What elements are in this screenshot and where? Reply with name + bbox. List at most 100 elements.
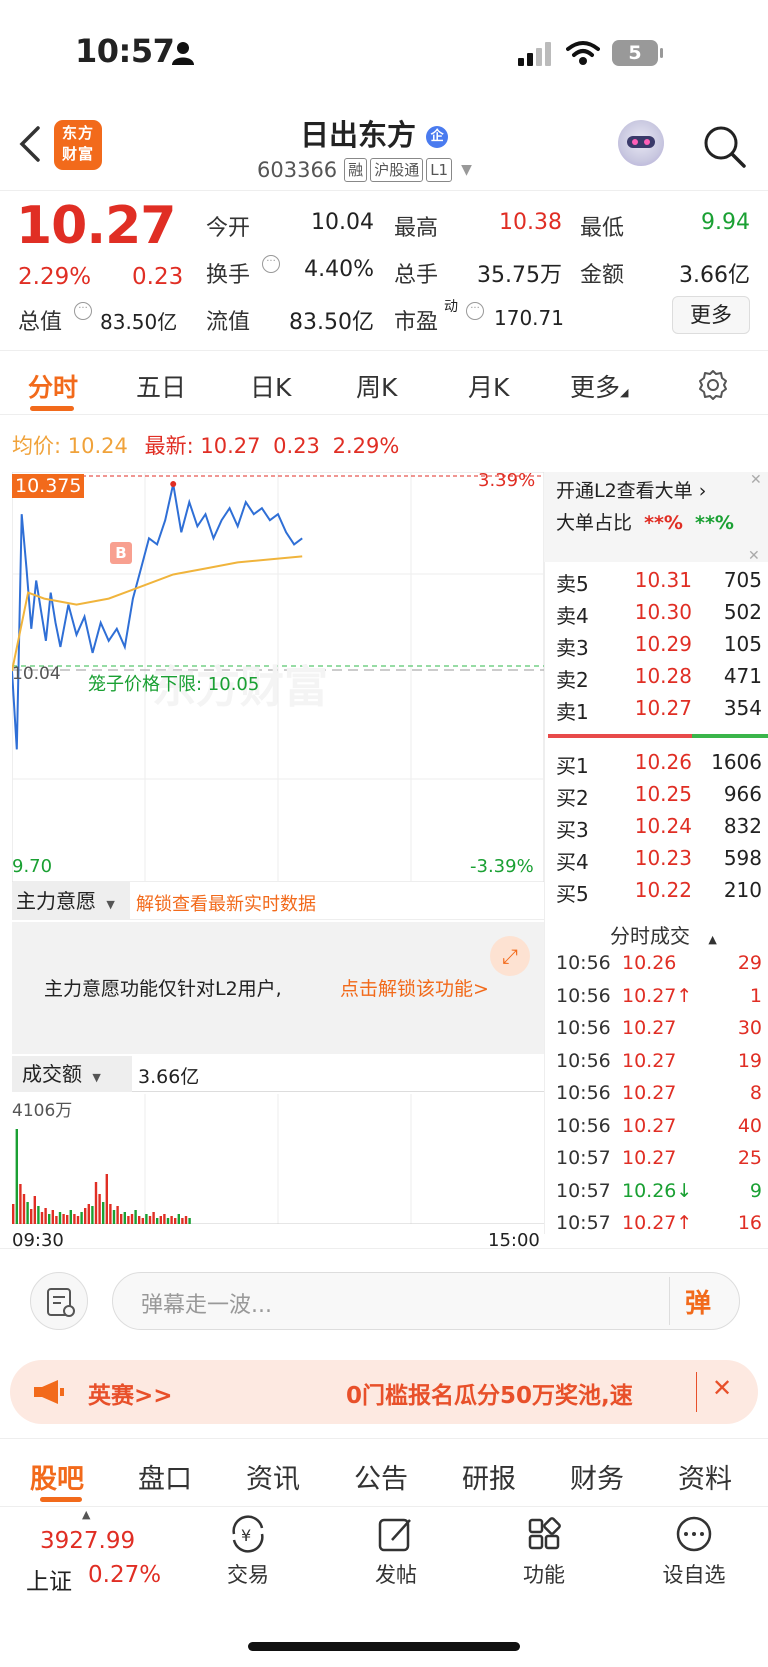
last-label: 最新: bbox=[144, 434, 194, 458]
tab-announcements[interactable]: 公告 bbox=[354, 1457, 408, 1496]
buy-marker-b[interactable]: B bbox=[110, 542, 132, 564]
index-up-arrow-icon: ▲ bbox=[82, 1508, 91, 1521]
tab-daily-k[interactable]: 日K bbox=[250, 368, 291, 404]
tab-weekly-k[interactable]: 周K bbox=[356, 368, 397, 404]
tab-monthly-k[interactable]: 月K bbox=[468, 368, 509, 404]
bid-volume: 598 bbox=[723, 846, 762, 870]
expand-icon[interactable]: ⤢ bbox=[490, 936, 530, 976]
gear-icon[interactable] bbox=[696, 368, 730, 402]
info-dots-icon[interactable]: ··· bbox=[262, 255, 280, 273]
promo-banner[interactable]: 英赛>> 0门槛报名瓜分50万奖池,速 ✕ bbox=[10, 1360, 758, 1424]
danmu-settings-icon[interactable] bbox=[30, 1272, 88, 1330]
stock-name-text: 日出东方 bbox=[300, 118, 417, 152]
tab-intraday[interactable]: 分时 bbox=[28, 368, 78, 404]
search-icon[interactable] bbox=[702, 124, 748, 170]
tick-time: 10:56 bbox=[556, 1082, 611, 1104]
tick-volume: 1 bbox=[749, 984, 762, 1007]
tick-volume: 16 bbox=[737, 1212, 762, 1234]
close-icon[interactable]: ✕ bbox=[748, 548, 760, 564]
nav-post[interactable]: 发帖 bbox=[356, 1514, 436, 1589]
volume-bar bbox=[58, 1212, 62, 1224]
nav-add-watchlist-label: 设自选 bbox=[662, 1563, 726, 1587]
pe-value: 170.71 bbox=[494, 306, 564, 330]
home-indicator bbox=[248, 1642, 520, 1651]
tab-orderbook[interactable]: 盘口 bbox=[138, 1457, 192, 1496]
bid-label: 买1 bbox=[556, 754, 589, 778]
ask-price: 10.28 bbox=[634, 664, 692, 688]
index-percent[interactable]: 0.27% bbox=[88, 1562, 161, 1588]
ask-row[interactable]: 卖3 10.29 105 bbox=[556, 630, 762, 662]
tick-time: 10:56 bbox=[556, 1049, 611, 1072]
ask-row[interactable]: 卖5 10.31 705 bbox=[556, 566, 762, 598]
tab-five-day[interactable]: 五日 bbox=[136, 368, 186, 404]
volume-bar bbox=[159, 1216, 162, 1224]
tick-volume: 8 bbox=[749, 1082, 762, 1104]
ask-row[interactable]: 卖4 10.30 502 bbox=[556, 598, 762, 630]
more-button[interactable]: 更多 bbox=[672, 296, 750, 334]
volume-bar bbox=[105, 1174, 108, 1224]
bid-volume: 832 bbox=[723, 814, 762, 838]
nav-trade[interactable]: ¥ 交易 bbox=[208, 1514, 288, 1589]
tick-volume: 19 bbox=[737, 1049, 762, 1072]
tab-more-label: 更多 bbox=[570, 373, 621, 402]
danmu-send-button[interactable]: 弹 bbox=[685, 1283, 711, 1320]
bid-row[interactable]: 买2 10.25 966 bbox=[556, 780, 762, 812]
battery-icon: 5 bbox=[612, 40, 658, 66]
tab-profile[interactable]: 资料 bbox=[678, 1457, 732, 1496]
divider bbox=[0, 1438, 768, 1439]
grid-icon bbox=[528, 1517, 561, 1550]
info-dots-icon[interactable]: ··· bbox=[74, 302, 92, 320]
bid-volume: 210 bbox=[723, 878, 762, 902]
volume-bar bbox=[177, 1214, 180, 1224]
close-icon[interactable]: ✕ bbox=[712, 1374, 732, 1402]
volume-bar bbox=[134, 1210, 137, 1224]
tab-underline bbox=[30, 406, 74, 411]
high-value: 10.38 bbox=[499, 210, 562, 235]
index-value[interactable]: 3927.99 bbox=[40, 1528, 135, 1554]
close-icon[interactable]: ✕ bbox=[750, 472, 762, 488]
info-dots-icon[interactable]: ··· bbox=[466, 302, 484, 320]
ask-row[interactable]: 卖2 10.28 471 bbox=[556, 662, 762, 694]
tab-finance[interactable]: 财务 bbox=[570, 1457, 624, 1496]
tab-more[interactable]: 更多◢ bbox=[570, 368, 628, 404]
robot-avatar-icon[interactable] bbox=[618, 120, 664, 166]
compose-icon bbox=[378, 1518, 411, 1552]
back-arrow-icon[interactable] bbox=[16, 124, 44, 164]
bid-row[interactable]: 买1 10.26 1606 bbox=[556, 748, 762, 780]
main-force-label: 主力意愿 bbox=[16, 889, 96, 913]
tab-forum[interactable]: 股吧 bbox=[30, 1457, 84, 1496]
tick-row: 10:56 10.27 8 bbox=[556, 1080, 762, 1113]
volume-selector[interactable]: 成交额 ▼ bbox=[12, 1056, 132, 1092]
tick-price: 10.27 bbox=[622, 1147, 677, 1169]
tab-news[interactable]: 资讯 bbox=[246, 1457, 300, 1496]
ticks-list: 10:56 10.26 29 10:56 10.27↑ 1 10:56 10.27 30 10:5… bbox=[556, 950, 762, 1243]
tick-price: 10.27↑ bbox=[622, 984, 693, 1007]
nav-add-watchlist[interactable]: 设自选 bbox=[648, 1514, 740, 1589]
stock-code-row[interactable]: 603366 融 沪股通 L1 ▼ bbox=[257, 158, 472, 182]
bid-row[interactable]: 买4 10.23 598 bbox=[556, 844, 762, 876]
bid-label: 买3 bbox=[556, 818, 589, 842]
danmu-input[interactable]: 弹幕走一波... 弹 bbox=[112, 1272, 740, 1330]
unlock-realtime-link[interactable]: 解锁查看最新实时数据 bbox=[136, 890, 316, 916]
volume-bar bbox=[94, 1182, 98, 1224]
ticks-title[interactable]: 分时成交 ▲ bbox=[610, 920, 717, 949]
last-value: 10.27 bbox=[200, 434, 261, 458]
unlock-feature-link[interactable]: 点击解锁该功能> bbox=[340, 974, 489, 1001]
ask-row[interactable]: 卖1 10.27 354 bbox=[556, 694, 762, 726]
bid-row[interactable]: 买3 10.24 832 bbox=[556, 812, 762, 844]
float-label: 流值 bbox=[206, 310, 251, 335]
bid-row[interactable]: 买5 10.22 210 bbox=[556, 876, 762, 908]
promo-left-link[interactable]: 英赛>> bbox=[88, 1376, 173, 1410]
index-name[interactable]: 上证 bbox=[26, 1562, 72, 1596]
l2-banner-line2: 大单占比 **% **% bbox=[556, 512, 734, 534]
l2-banner[interactable]: 开通L2查看大单 › 大单占比 **% **% ✕ bbox=[544, 472, 768, 562]
volume-chart[interactable] bbox=[12, 1094, 544, 1224]
tick-volume: 30 bbox=[737, 1017, 762, 1039]
main-force-selector[interactable]: 主力意愿 ▼ bbox=[12, 882, 130, 920]
tab-research[interactable]: 研报 bbox=[462, 1457, 516, 1496]
volume-value: 35.75万 bbox=[477, 263, 562, 288]
ask-price: 10.30 bbox=[634, 600, 692, 624]
volume-header: 成交额 ▼ 3.66亿 bbox=[12, 1056, 544, 1092]
nav-functions[interactable]: 功能 bbox=[504, 1514, 584, 1589]
dropdown-arrow-icon: ▼ bbox=[106, 898, 115, 911]
